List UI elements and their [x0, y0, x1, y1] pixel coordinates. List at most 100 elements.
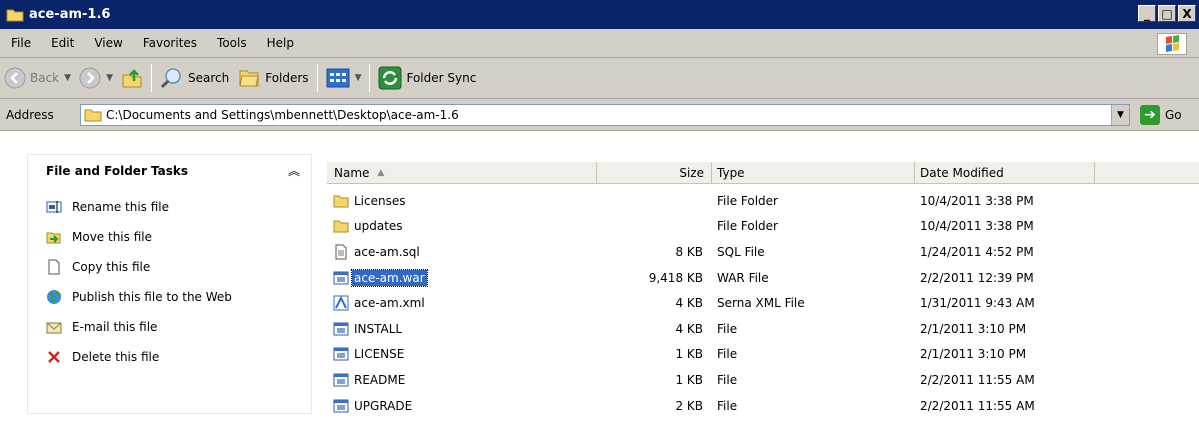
- email-icon: [46, 319, 62, 335]
- sort-ascending-icon: ▲: [377, 168, 385, 178]
- folder-icon: [332, 218, 350, 234]
- tasks-header[interactable]: File and Folder Tasks ︽: [27, 154, 312, 186]
- chevron-down-icon: ▼: [1117, 110, 1124, 120]
- task-label: Move this file: [72, 230, 152, 244]
- close-button[interactable]: X: [1178, 5, 1196, 22]
- file-row[interactable]: README 1 KB File 2/2/2011 11:55 AM: [327, 367, 1199, 393]
- file-folder-tasks: File and Folder Tasks ︽ Rename this file…: [27, 154, 312, 414]
- file-row[interactable]: Licenses File Folder 10/4/2011 3:38 PM: [327, 188, 1199, 214]
- file-name[interactable]: INSTALL: [352, 321, 404, 337]
- back-button[interactable]: Back ▼: [0, 61, 75, 95]
- menu-favorites[interactable]: Favorites: [132, 36, 206, 50]
- menu-file[interactable]: File: [0, 36, 40, 50]
- file-date-modified: 2/1/2011 3:10 PM: [920, 321, 1027, 336]
- up-folder-button[interactable]: [117, 61, 147, 95]
- forward-button[interactable]: ▼: [75, 61, 117, 95]
- column-date-modified[interactable]: Date Modified: [915, 162, 1095, 184]
- file-date-modified: 2/2/2011 11:55 AM: [920, 398, 1035, 413]
- menu-help[interactable]: Help: [256, 36, 303, 50]
- go-button[interactable]: ➔ Go: [1140, 105, 1182, 125]
- forward-arrow-icon: [79, 67, 101, 89]
- address-value[interactable]: C:\Documents and Settings\mbennett\Deskt…: [106, 108, 459, 122]
- file-size: 2 KB: [675, 398, 703, 413]
- column-type-label: Type: [717, 166, 745, 180]
- task-publish[interactable]: Publish this file to the Web: [28, 282, 311, 312]
- file-name[interactable]: ace-am.sql: [352, 244, 422, 260]
- column-name[interactable]: Name ▲: [327, 162, 597, 184]
- file-size: 1 KB: [675, 372, 703, 387]
- folder-icon: [84, 109, 102, 122]
- file-size: 4 KB: [675, 296, 703, 311]
- generic-file-icon: [332, 372, 350, 388]
- file-row[interactable]: updates File Folder 10/4/2011 3:38 PM: [327, 214, 1199, 240]
- title-bar[interactable]: ace-am-1.6 _ □ X: [0, 0, 1199, 29]
- file-name-cell[interactable]: Licenses: [327, 193, 597, 209]
- delete-icon: [46, 349, 62, 365]
- menu-tools[interactable]: Tools: [206, 36, 256, 50]
- minimize-button[interactable]: _: [1138, 5, 1156, 22]
- chevron-down-icon[interactable]: ▼: [355, 73, 362, 83]
- column-size-label: Size: [679, 166, 704, 180]
- file-row[interactable]: INSTALL 4 KB File 2/1/2011 3:10 PM: [327, 316, 1199, 342]
- search-icon: [160, 68, 181, 89]
- file-type: File Folder: [717, 193, 778, 208]
- file-name[interactable]: UPGRADE: [352, 398, 414, 414]
- file-row[interactable]: UPGRADE 2 KB File 2/2/2011 11:55 AM: [327, 393, 1199, 419]
- folders-button[interactable]: Folders: [233, 61, 312, 95]
- file-name[interactable]: ace-am.war: [351, 268, 428, 287]
- file-name[interactable]: ace-am.xml: [352, 295, 427, 311]
- file-row[interactable]: ace-am.sql 8 KB SQL File 1/24/2011 4:52 PM: [327, 239, 1199, 265]
- file-type: File: [717, 347, 738, 362]
- address-bar: Address C:\Documents and Settings\mbenne…: [0, 99, 1199, 131]
- maximize-button[interactable]: □: [1158, 5, 1176, 22]
- file-name[interactable]: updates: [352, 218, 405, 234]
- file-row[interactable]: LICENSE 1 KB File 2/1/2011 3:10 PM: [327, 342, 1199, 368]
- generic-file-icon: [332, 346, 350, 362]
- generic-file-icon: [332, 270, 350, 286]
- column-date-label: Date Modified: [920, 166, 1004, 180]
- menu-edit[interactable]: Edit: [40, 36, 83, 50]
- file-name[interactable]: README: [352, 372, 407, 388]
- file-type: Serna XML File: [717, 296, 805, 311]
- file-size: 9,418 KB: [648, 270, 703, 285]
- search-label: Search: [187, 71, 230, 85]
- task-move[interactable]: Move this file: [28, 222, 311, 252]
- task-email[interactable]: E-mail this file: [28, 312, 311, 342]
- file-name-cell[interactable]: LICENSE: [327, 346, 597, 362]
- file-type: File Folder: [717, 219, 778, 234]
- column-size[interactable]: Size: [597, 162, 712, 184]
- task-label: Copy this file: [72, 260, 151, 274]
- file-name-cell[interactable]: ace-am.sql: [327, 244, 597, 260]
- folder-sync-button[interactable]: Folder Sync: [374, 61, 480, 95]
- task-delete[interactable]: Delete this file: [28, 342, 311, 372]
- views-button[interactable]: ▼: [322, 61, 366, 95]
- file-name-cell[interactable]: README: [327, 372, 597, 388]
- chevron-down-icon[interactable]: ▼: [106, 73, 113, 83]
- toolbar: Back ▼ ▼ Search Folders ▼ Folder Sync: [0, 58, 1199, 99]
- tasks-list: Rename this file Move this file Copy thi…: [27, 186, 312, 414]
- generic-file-icon: [332, 321, 350, 337]
- chevron-down-icon[interactable]: ▼: [64, 73, 71, 83]
- task-rename[interactable]: Rename this file: [28, 192, 311, 222]
- search-button[interactable]: Search: [156, 61, 233, 95]
- address-dropdown-button[interactable]: ▼: [1111, 105, 1129, 125]
- collapse-chevron-icon[interactable]: ︽: [288, 162, 300, 179]
- menu-bar: File Edit View Favorites Tools Help: [0, 29, 1199, 58]
- file-name-cell[interactable]: INSTALL: [327, 321, 597, 337]
- task-copy[interactable]: Copy this file: [28, 252, 311, 282]
- task-pane: File and Folder Tasks ︽ Rename this file…: [0, 132, 327, 426]
- file-name-cell[interactable]: ace-am.war: [327, 268, 597, 287]
- file-type: WAR File: [717, 270, 769, 285]
- file-name[interactable]: LICENSE: [352, 346, 406, 362]
- file-name-cell[interactable]: UPGRADE: [327, 398, 597, 414]
- column-type[interactable]: Type: [712, 162, 915, 184]
- file-row[interactable]: ace-am.xml 4 KB Serna XML File 1/31/2011 9:…: [327, 290, 1199, 316]
- window-title: ace-am-1.6: [29, 7, 111, 22]
- file-type: File: [717, 321, 738, 336]
- file-name-cell[interactable]: updates: [327, 218, 597, 234]
- file-name[interactable]: Licenses: [352, 193, 408, 209]
- address-input[interactable]: C:\Documents and Settings\mbennett\Deskt…: [80, 104, 1130, 126]
- file-row[interactable]: ace-am.war 9,418 KB WAR File 2/2/2011 12:39…: [327, 265, 1199, 291]
- file-name-cell[interactable]: ace-am.xml: [327, 295, 597, 311]
- menu-view[interactable]: View: [83, 36, 131, 50]
